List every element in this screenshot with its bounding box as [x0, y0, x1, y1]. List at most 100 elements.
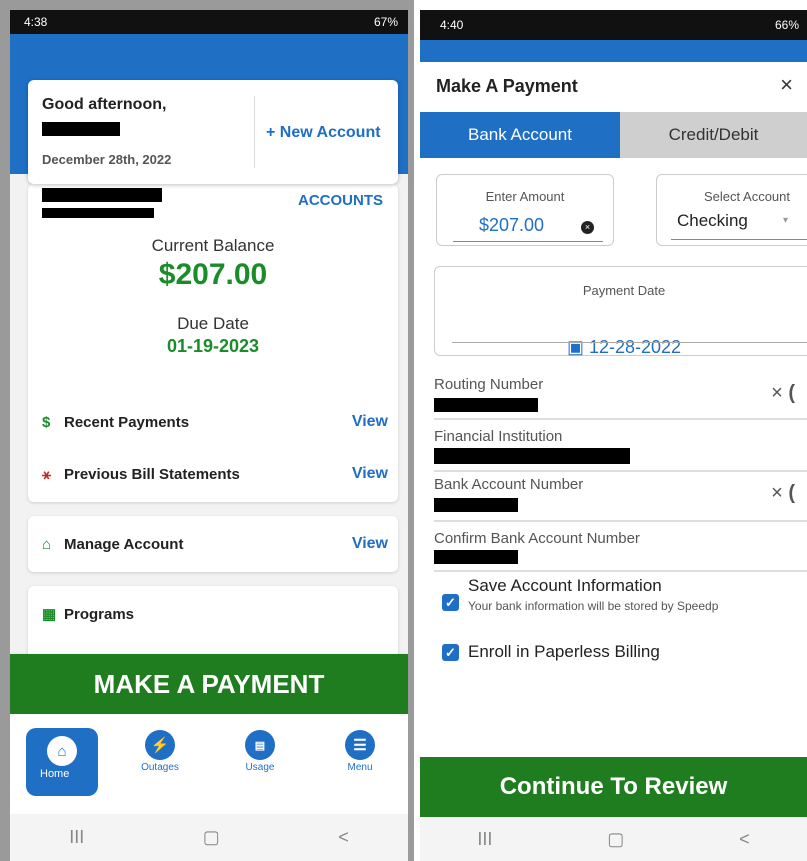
back-button[interactable]: <	[739, 829, 750, 850]
redacted-user-name	[42, 122, 120, 136]
close-icon[interactable]: ×	[780, 72, 793, 98]
redacted-routing-number	[434, 398, 538, 412]
redacted-bank-account-number	[434, 498, 518, 512]
confirm-account-number-label: Confirm Bank Account Number	[434, 530, 640, 547]
recent-payments-row[interactable]: $ Recent Payments View	[42, 410, 388, 434]
due-date-label: Due Date	[177, 314, 249, 333]
payment-date-underline	[452, 342, 807, 343]
amount-box[interactable]: Enter Amount $207.00 ×	[436, 174, 614, 246]
select-account-value[interactable]: Checking	[677, 211, 748, 231]
continue-to-review-button[interactable]: Continue To Review	[420, 757, 807, 817]
paperless-label: Enroll in Paperless Billing	[468, 642, 660, 661]
clear-amount-icon[interactable]: ×	[581, 221, 594, 234]
nav-usage-label: Usage	[245, 762, 275, 773]
redacted-confirm-account-number	[434, 550, 518, 564]
bolt-icon: ⚡	[145, 730, 175, 760]
sheet-title: Make A Payment	[436, 76, 578, 96]
current-balance-value: $207.00	[158, 258, 268, 291]
nav-menu-label: Menu	[347, 762, 373, 773]
greeting-date: December 28th, 2022	[42, 152, 172, 167]
home-icon: ⌂	[47, 736, 77, 766]
select-account-box[interactable]: Select Account Checking ▾	[656, 174, 807, 246]
bank-account-number-underline	[434, 520, 807, 522]
tab-credit-debit[interactable]: Credit/Debit	[620, 112, 807, 158]
left-phone-screenshot: 4:38 67% ACCOUNTS Current Balance $207.0…	[0, 0, 414, 861]
financial-institution-underline	[434, 470, 807, 472]
nav-home[interactable]: ⌂ Home	[26, 728, 98, 796]
home-system-button[interactable]: ▢	[203, 827, 220, 848]
status-time: 4:38	[24, 15, 48, 29]
nav-menu[interactable]: ☰ Menu	[330, 730, 390, 773]
home-screen: ACCOUNTS Current Balance $207.00 Due Dat…	[10, 34, 408, 861]
new-account-button[interactable]: + New Account	[266, 124, 381, 142]
programs-row[interactable]: ▦ Programs	[42, 602, 388, 626]
nav-outages-label: Outages	[141, 762, 179, 773]
accounts-link[interactable]: ACCOUNTS	[298, 192, 383, 209]
redacted-account-number	[42, 208, 154, 218]
status-battery: 66%	[774, 18, 799, 32]
manage-account-row[interactable]: ⌂ Manage Account View	[42, 532, 388, 556]
select-account-underline	[671, 239, 807, 240]
greeting-card: Good afternoon, December 28th, 2022 + Ne…	[28, 80, 398, 184]
make-payment-button[interactable]: MAKE A PAYMENT	[10, 654, 408, 714]
save-account-checkbox[interactable]: ✓	[442, 594, 459, 611]
previous-bills-row[interactable]: ⚹ Previous Bill Statements View	[42, 462, 388, 486]
header-banner	[420, 40, 807, 62]
routing-number-label: Routing Number	[434, 376, 544, 393]
status-battery: 67%	[373, 15, 398, 29]
amount-label: Enter Amount	[485, 189, 565, 204]
routing-number-underline	[434, 418, 807, 420]
right-phone-screenshot: 4:40 66% Make A Payment × Bank Account C…	[420, 0, 807, 861]
manage-account-view-link[interactable]: View	[352, 535, 388, 553]
clear-account-number-icon[interactable]: × (	[771, 482, 795, 505]
mailbox-icon: ⚹	[42, 465, 52, 483]
programs-icon: ▦	[42, 606, 57, 623]
programs-label: Programs	[64, 605, 135, 623]
payment-date-value[interactable]: ▣ 12-28-2022	[435, 337, 807, 358]
recent-payments-view-link[interactable]: View	[352, 413, 388, 431]
clear-routing-icon[interactable]: × (	[771, 382, 795, 405]
recents-button[interactable]: III	[69, 827, 84, 848]
bottom-nav: ⌂ Home ⚡ Outages ▤ Usage ☰ Menu	[10, 714, 408, 814]
tab-bank-account[interactable]: Bank Account	[420, 112, 620, 158]
recents-button[interactable]: III	[477, 829, 492, 850]
greeting-title: Good afternoon,	[42, 96, 167, 113]
recent-payments-label: Recent Payments	[64, 413, 190, 431]
nav-usage[interactable]: ▤ Usage	[230, 730, 290, 773]
confirm-account-number-underline	[434, 570, 807, 572]
status-time: 4:40	[440, 18, 464, 32]
nav-home-label: Home	[40, 768, 70, 780]
due-date-value: 01-19-2023	[166, 336, 260, 356]
home-system-button[interactable]: ▢	[607, 829, 624, 850]
chevron-down-icon: ▾	[783, 215, 789, 226]
nav-outages[interactable]: ⚡ Outages	[130, 730, 190, 773]
status-bar: 4:38 67%	[10, 10, 408, 34]
back-button[interactable]: <	[338, 827, 349, 848]
bank-account-number-label: Bank Account Number	[434, 476, 584, 493]
current-balance-label: Current Balance	[151, 236, 275, 255]
redacted-financial-institution	[434, 448, 630, 464]
menu-icon: ☰	[345, 730, 375, 760]
payment-date-label: Payment Date	[582, 283, 666, 298]
redacted-account-name	[42, 188, 162, 202]
previous-bills-view-link[interactable]: View	[352, 465, 388, 483]
chart-icon: ▤	[245, 730, 275, 760]
save-account-label: Save Account Information	[468, 576, 662, 595]
system-nav-bar: III ▢ <	[420, 817, 807, 861]
account-card: ACCOUNTS Current Balance $207.00 Due Dat…	[28, 184, 398, 502]
status-bar: 4:40 66%	[420, 10, 807, 40]
system-nav-bar: III ▢ <	[10, 814, 408, 861]
home-outline-icon: ⌂	[42, 535, 52, 553]
calendar-icon: ▣	[566, 337, 589, 357]
greeting-divider	[254, 96, 255, 168]
amount-underline	[453, 241, 603, 242]
manage-account-label: Manage Account	[64, 535, 184, 553]
previous-bills-label: Previous Bill Statements	[64, 465, 240, 483]
paperless-checkbox[interactable]: ✓	[442, 644, 459, 661]
manage-account-card[interactable]: ⌂ Manage Account View	[28, 516, 398, 572]
payment-sheet: Make A Payment × Bank Account Credit/Deb…	[420, 62, 807, 861]
payment-date-text: 12-28-2022	[588, 337, 682, 357]
financial-institution-label: Financial Institution	[434, 428, 563, 445]
amount-input[interactable]: $207.00	[479, 215, 544, 236]
dollar-icon: $	[42, 413, 51, 431]
